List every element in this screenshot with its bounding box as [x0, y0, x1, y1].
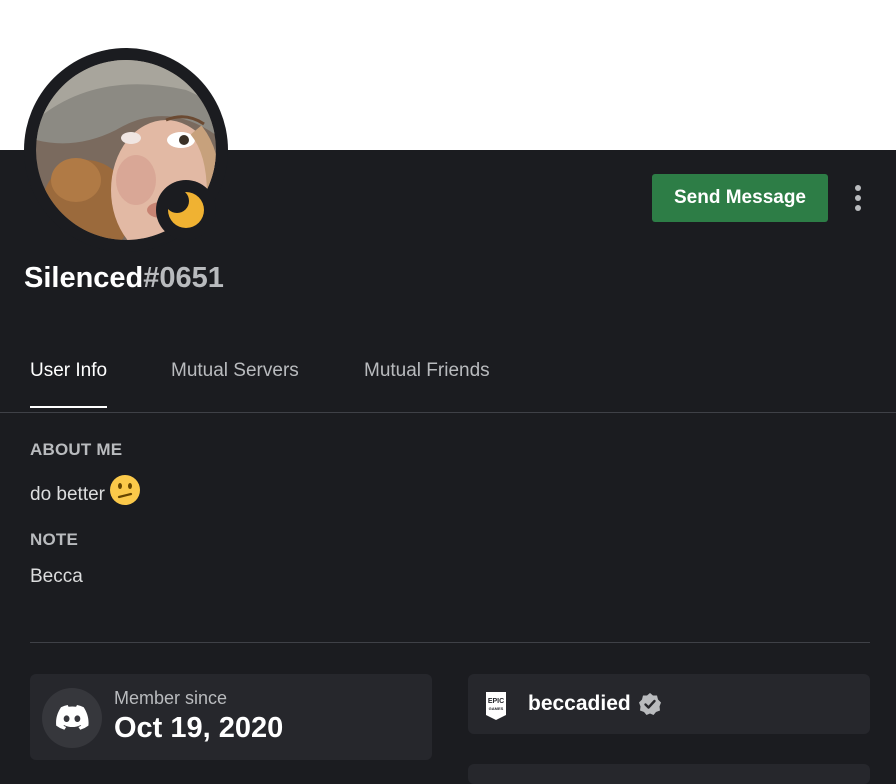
svg-text:GAMES: GAMES — [489, 706, 504, 711]
more-options-icon[interactable] — [846, 182, 870, 214]
note-heading: NOTE — [30, 530, 79, 549]
note-text[interactable]: Becca — [30, 566, 83, 588]
username-name: Silenced — [24, 262, 144, 294]
profile-tabs: User Info Mutual Servers Mutual Friends — [0, 340, 896, 413]
section-divider — [30, 642, 870, 643]
svg-text:EPIC: EPIC — [488, 698, 504, 705]
username: Silenced#0651 — [24, 262, 224, 295]
confused-face-icon — [109, 474, 141, 512]
about-me-value: do better — [30, 484, 105, 506]
idle-moon-icon — [168, 192, 204, 228]
member-since-card: Member since Oct 19, 2020 — [30, 674, 432, 760]
verified-badge-icon — [638, 692, 662, 721]
status-indicator — [156, 180, 216, 240]
connection-account-name: beccadied — [528, 692, 631, 715]
tab-mutual-servers[interactable]: Mutual Servers — [171, 360, 299, 406]
connection-card-epic-games[interactable]: EPIC GAMES beccadied — [468, 674, 870, 734]
tab-user-info[interactable]: User Info — [30, 360, 108, 408]
send-message-button[interactable]: Send Message — [652, 174, 828, 222]
discord-logo-icon — [42, 688, 102, 748]
connection-card-next — [468, 764, 870, 784]
epic-games-icon: EPIC GAMES — [484, 691, 508, 726]
member-since-label: Member since — [114, 688, 228, 708]
username-discriminator: #0651 — [143, 262, 224, 294]
tab-mutual-friends[interactable]: Mutual Friends — [364, 360, 490, 406]
member-since-date: Oct 19, 2020 — [114, 712, 284, 744]
about-me-heading: ABOUT ME — [30, 440, 123, 459]
about-me-text: do better — [30, 475, 141, 512]
